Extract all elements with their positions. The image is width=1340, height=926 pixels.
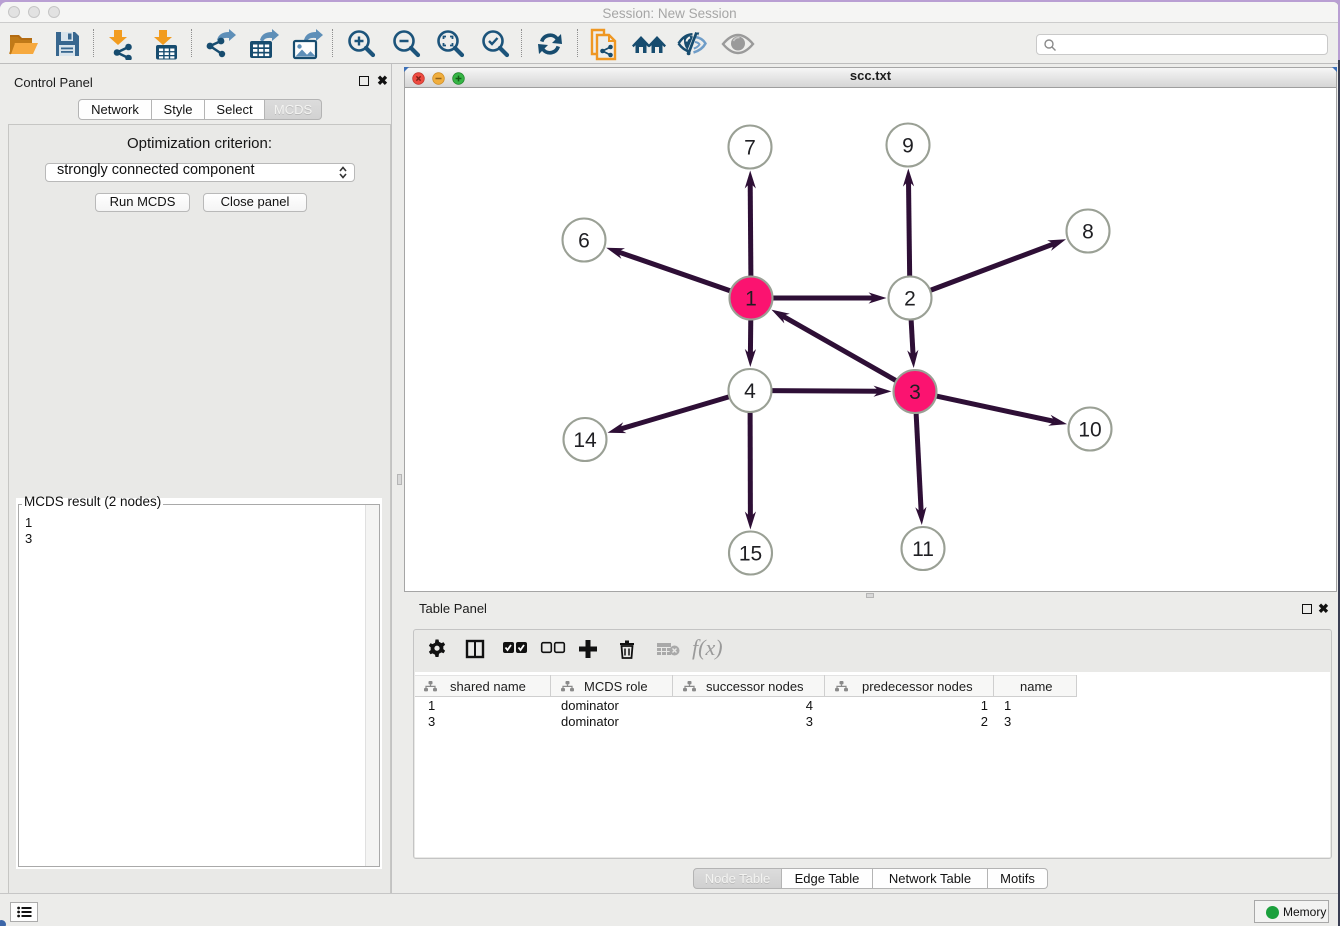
svg-text:9: 9	[902, 135, 914, 158]
svg-text:10: 10	[1078, 419, 1101, 442]
svg-text:7: 7	[744, 137, 756, 160]
svg-text:8: 8	[1082, 221, 1094, 244]
svg-text:3: 3	[909, 381, 921, 404]
svg-text:6: 6	[578, 230, 590, 253]
svg-text:11: 11	[912, 538, 934, 561]
svg-text:14: 14	[573, 429, 597, 452]
svg-text:4: 4	[744, 380, 756, 403]
svg-text:15: 15	[739, 543, 762, 566]
svg-text:2: 2	[904, 288, 916, 311]
svg-text:1: 1	[745, 288, 757, 311]
